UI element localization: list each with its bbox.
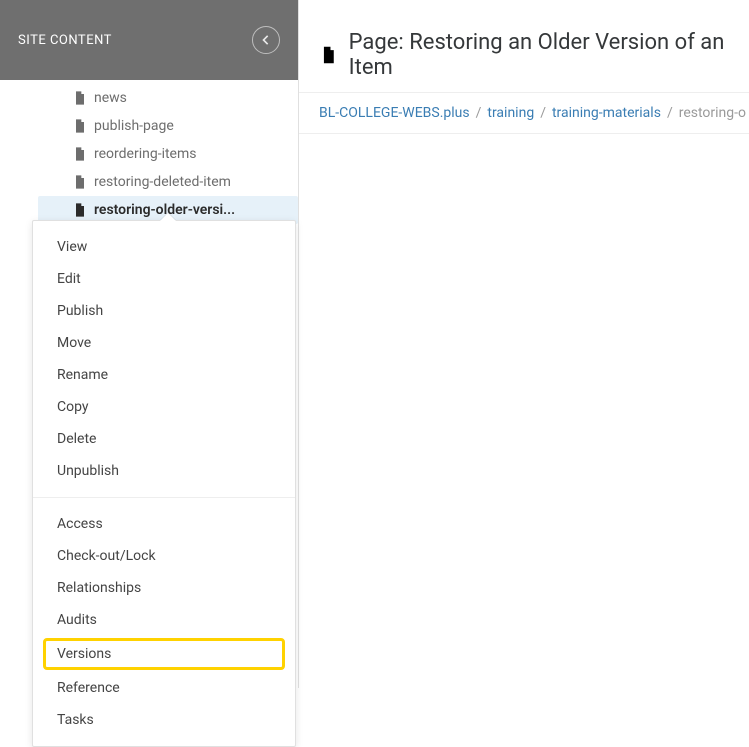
ctx-item-delete[interactable]: Delete: [33, 423, 295, 455]
page-icon: [72, 118, 88, 134]
page-icon: [319, 44, 339, 66]
sidebar-title: SITE CONTENT: [18, 33, 112, 48]
tree-item-label: news: [94, 90, 127, 106]
tree-item-label: reordering-items: [94, 146, 196, 162]
ctx-item-move[interactable]: Move: [33, 327, 295, 359]
page-icon: [72, 90, 88, 106]
ctx-item-edit[interactable]: Edit: [33, 263, 295, 295]
tree-item-label: restoring-deleted-item: [94, 174, 231, 190]
breadcrumb-separator: /: [661, 105, 679, 121]
context-menu-group: ViewEditPublishMoveRenameCopyDeleteUnpub…: [33, 221, 295, 497]
tree-item-reordering-items[interactable]: reordering-items: [38, 140, 298, 168]
main-content: Page: Restoring an Older Version of an I…: [299, 0, 749, 134]
ctx-item-audits[interactable]: Audits: [33, 604, 295, 636]
tree-item-label: publish-page: [94, 118, 174, 134]
ctx-item-unpublish[interactable]: Unpublish: [33, 455, 295, 487]
collapse-sidebar-button[interactable]: [252, 26, 280, 54]
breadcrumb-link[interactable]: training-materials: [552, 105, 661, 121]
context-menu-anchor: ViewEditPublishMoveRenameCopyDeleteUnpub…: [32, 220, 296, 747]
page-title: Page: Restoring an Older Version of an I…: [349, 30, 729, 80]
breadcrumb-separator: /: [470, 105, 488, 121]
context-menu: ViewEditPublishMoveRenameCopyDeleteUnpub…: [32, 220, 296, 747]
ctx-item-view[interactable]: View: [33, 231, 295, 263]
page-icon: [72, 146, 88, 162]
ctx-item-reference[interactable]: Reference: [33, 672, 295, 704]
sidebar-header: SITE CONTENT: [0, 0, 298, 80]
tree-item-news[interactable]: news: [38, 84, 298, 112]
context-menu-caret: [160, 213, 176, 221]
ctx-item-access[interactable]: Access: [33, 508, 295, 540]
chevron-left-icon: [261, 35, 271, 45]
breadcrumb-link[interactable]: BL-COLLEGE-WEBS.plus: [319, 105, 470, 121]
tree-item-restoring-deleted-item[interactable]: restoring-deleted-item: [38, 168, 298, 196]
ctx-item-tasks[interactable]: Tasks: [33, 704, 295, 736]
page-icon: [72, 174, 88, 190]
tree-item-publish-page[interactable]: publish-page: [38, 112, 298, 140]
site-content-tree: news publish-page reordering-items restorin…: [0, 80, 298, 224]
ctx-item-copy[interactable]: Copy: [33, 391, 295, 423]
breadcrumb-current: restoring-o: [679, 105, 746, 121]
breadcrumb-separator: /: [534, 105, 552, 121]
breadcrumb: BL-COLLEGE-WEBS.plus/training/training-m…: [299, 92, 749, 134]
ctx-item-relationships[interactable]: Relationships: [33, 572, 295, 604]
ctx-item-rename[interactable]: Rename: [33, 359, 295, 391]
page-header: Page: Restoring an Older Version of an I…: [299, 0, 749, 92]
page-icon: [72, 202, 88, 218]
page-title-prefix: Page:: [349, 30, 410, 55]
breadcrumb-link[interactable]: training: [487, 105, 534, 121]
context-menu-group: AccessCheck-out/LockRelationshipsAuditsV…: [33, 498, 295, 746]
ctx-item-publish[interactable]: Publish: [33, 295, 295, 327]
ctx-item-versions[interactable]: Versions: [43, 638, 285, 670]
ctx-item-check-out-lock[interactable]: Check-out/Lock: [33, 540, 295, 572]
